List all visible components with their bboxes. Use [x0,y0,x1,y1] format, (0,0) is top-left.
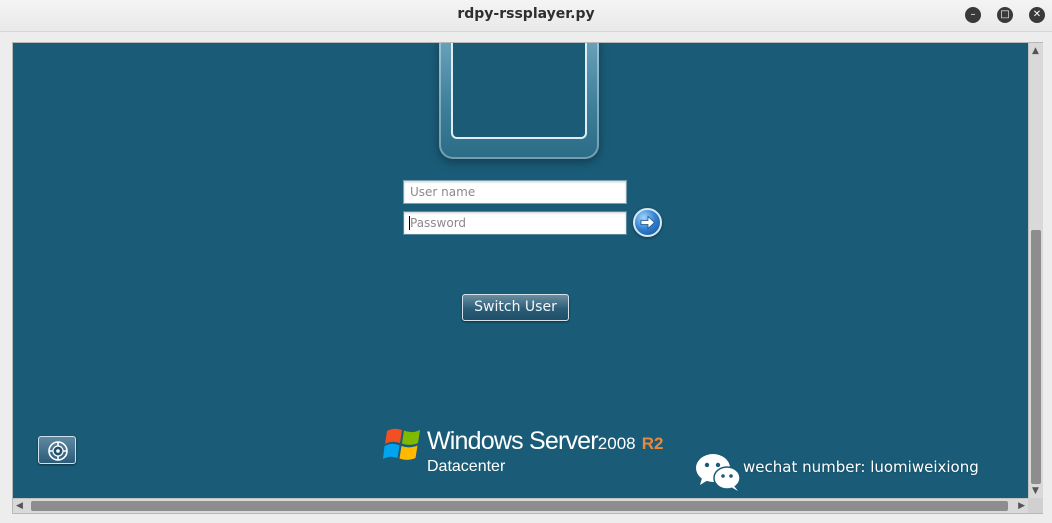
remote-desktop-screen[interactable]: User name Password Switch User Windows S… [13,43,1028,498]
vertical-scrollbar[interactable]: ▲ ▼ [1028,43,1043,498]
watermark-text: wechat number: luomiweixiong [743,458,979,476]
username-field[interactable]: User name [403,180,627,204]
user-avatar-frame [439,43,599,159]
vertical-scroll-thumb[interactable] [1031,230,1041,484]
title-bar: rdpy-rssplayer.py – □ ✕ [0,0,1052,32]
submit-login-button[interactable] [633,208,662,237]
username-placeholder: User name [410,185,476,199]
product-version: 2008 [597,434,636,453]
product-name-text: Windows Server [427,427,599,455]
minimize-icon: – [970,9,976,20]
scroll-down-icon[interactable]: ▼ [1032,486,1039,496]
scrollbar-corner [1028,498,1043,513]
ease-of-access-button[interactable] [38,436,76,464]
horizontal-scroll-thumb[interactable] [31,501,1008,511]
app-window: rdpy-rssplayer.py – □ ✕ User name Passwo… [0,0,1052,523]
close-button[interactable]: ✕ [1029,7,1045,23]
wechat-icon [696,454,741,491]
text-caret [409,216,410,230]
close-icon: ✕ [1032,9,1042,20]
product-edition: Datacenter [427,458,506,475]
scroll-up-icon[interactable]: ▲ [1032,46,1039,56]
ease-of-access-icon [48,441,68,461]
arrow-right-icon [640,215,656,230]
horizontal-scrollbar[interactable]: ◀ ▶ [13,498,1028,513]
maximize-button[interactable]: □ [997,7,1013,23]
switch-user-button[interactable]: Switch User [462,294,569,321]
windows-flag-icon [383,428,420,460]
window-title: rdpy-rssplayer.py [457,6,595,22]
minimize-button[interactable]: – [965,7,981,23]
password-field[interactable]: Password [403,211,627,235]
maximize-icon: □ [1000,9,1010,20]
scroll-left-icon[interactable]: ◀ [16,501,23,511]
product-name: Windows Server2008 R2 [427,427,664,456]
windows-server-logo: Windows Server2008 R2 Datacenter [383,423,673,483]
password-placeholder: Password [410,216,467,230]
scroll-right-icon[interactable]: ▶ [1018,501,1025,511]
avatar [451,43,587,139]
product-release: R2 [641,434,664,453]
